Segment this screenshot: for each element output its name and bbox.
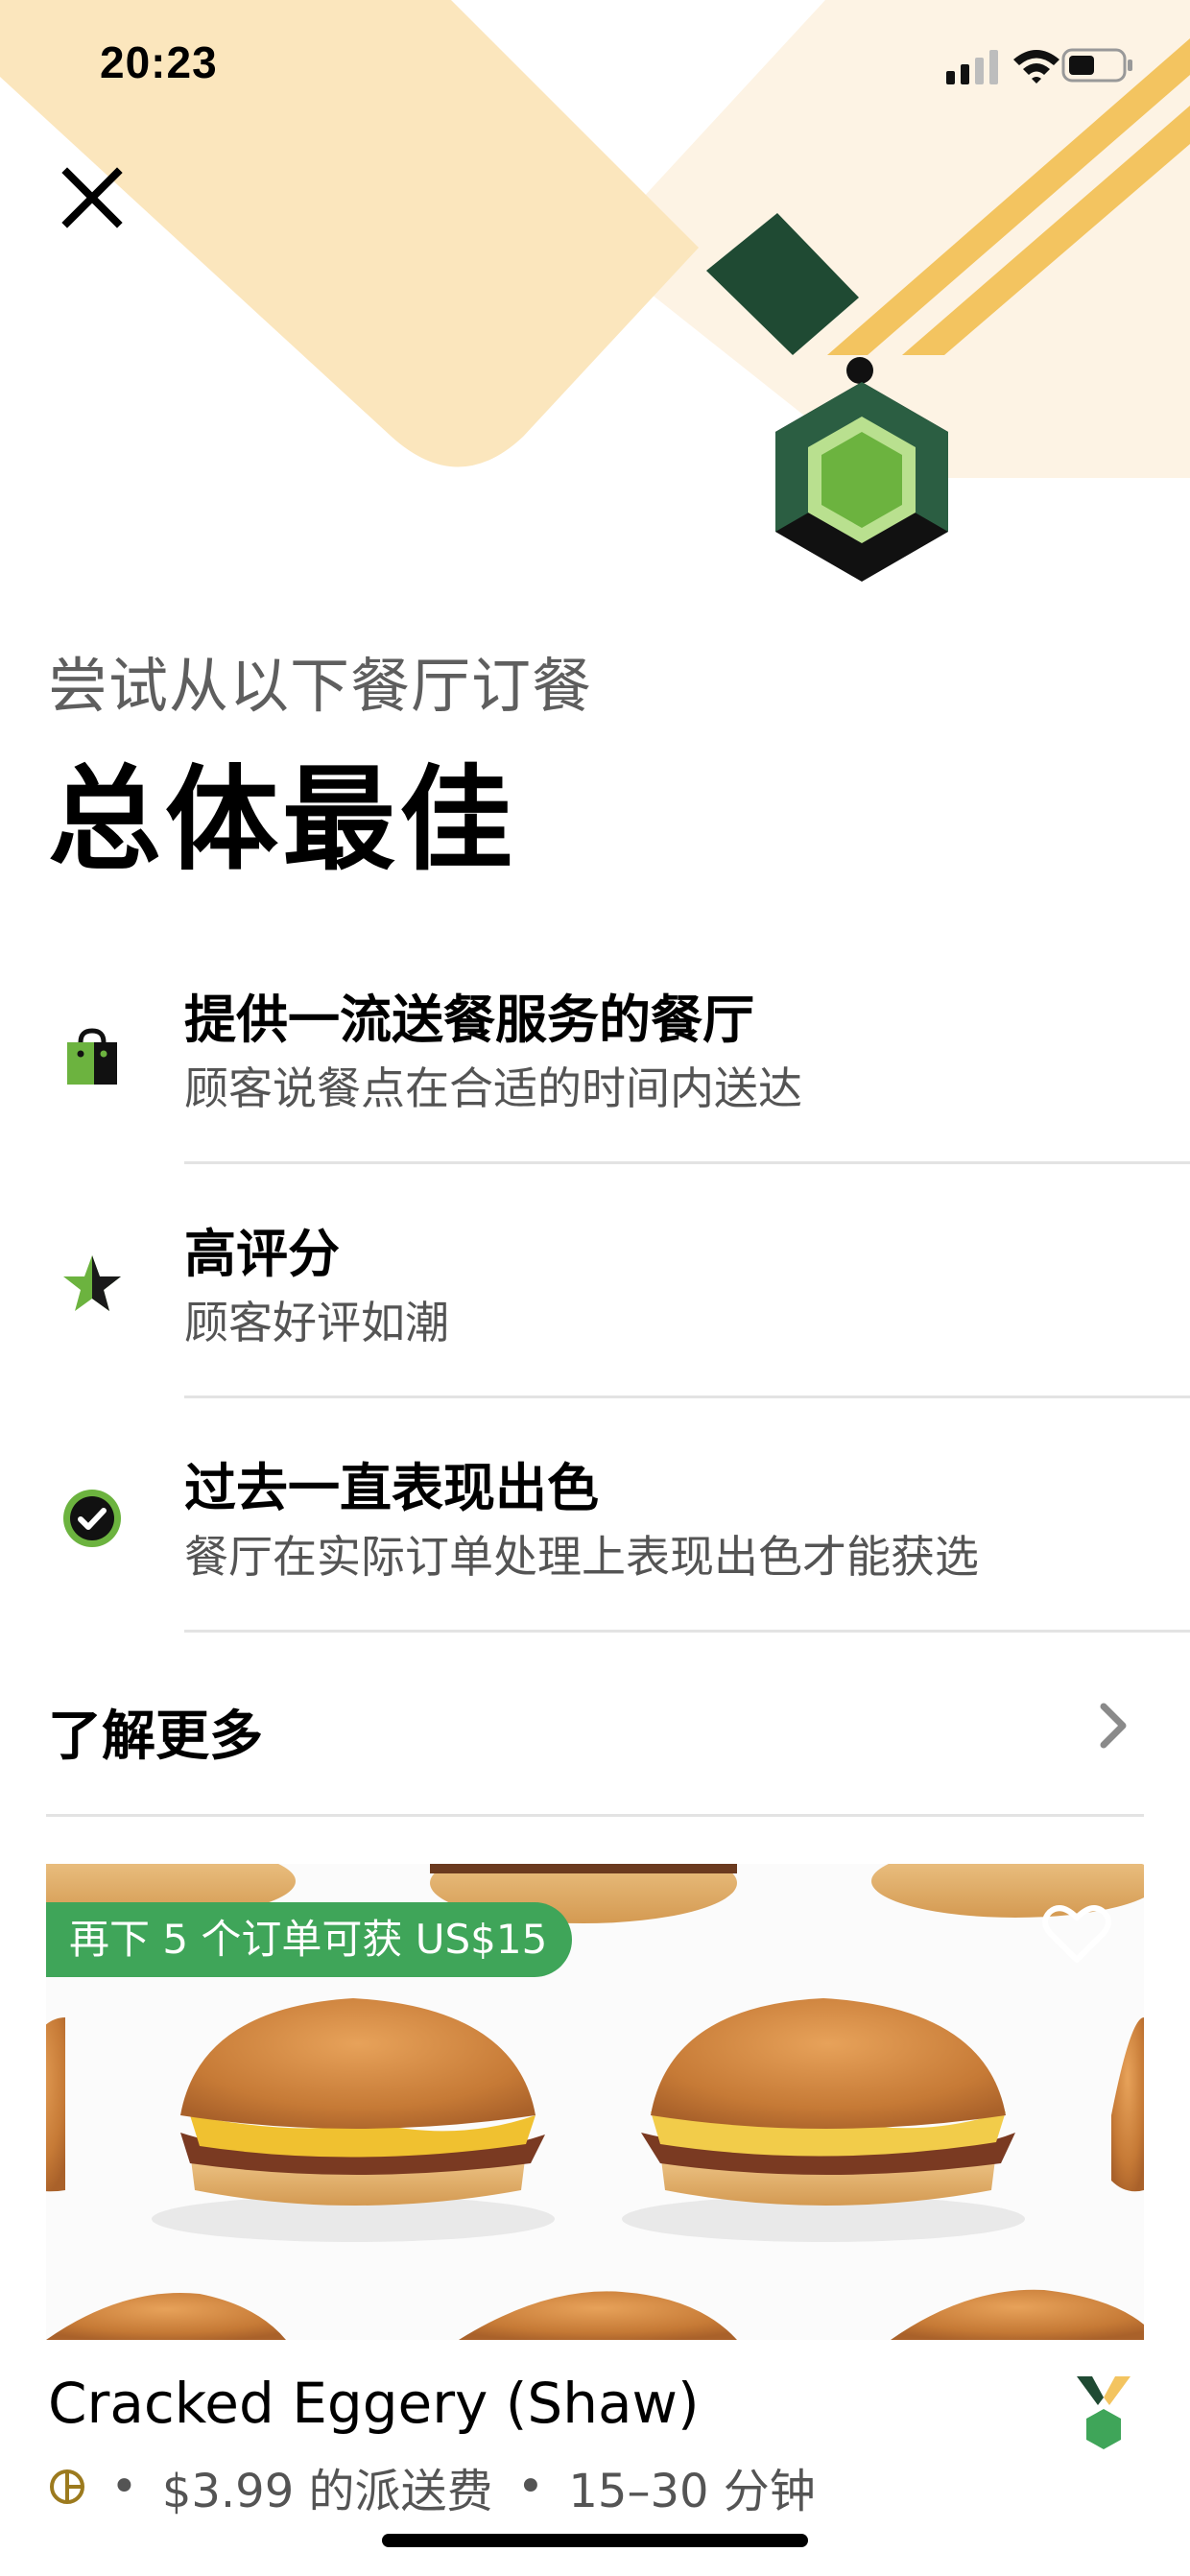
status-time: 20:23: [100, 37, 218, 87]
feature-description: 顾客好评如潮: [184, 1297, 449, 1348]
feature-title: 过去一直表现出色: [184, 1458, 599, 1518]
heart-icon: [1042, 1905, 1111, 1963]
best-overall-badge-icon: [1077, 2376, 1130, 2449]
chevron-right-icon: [1100, 1703, 1127, 1749]
learn-more-label: 了解更多: [48, 1705, 263, 1768]
feature-title: 提供一流送餐服务的餐厅: [184, 990, 754, 1050]
divider: [184, 1395, 1190, 1398]
feature-title: 高评分: [184, 1224, 340, 1284]
feature-item-consistency: 过去一直表现出色 餐厅在实际订单处理上表现出色才能获选: [0, 1399, 1190, 1634]
page-subtitle: 尝试从以下餐厅订餐: [48, 651, 593, 721]
hero-banner: [0, 0, 1190, 595]
feature-description: 顾客说餐点在合适的时间内送达: [184, 1062, 802, 1114]
delivery-fee-icon: [50, 2469, 84, 2504]
restaurant-meta: • $3.99 的派送费 • 15–30 分钟: [48, 2453, 816, 2520]
wifi-icon: [1013, 50, 1059, 83]
battery-icon: [1061, 48, 1132, 83]
close-icon: [61, 167, 123, 228]
separator: •: [516, 2460, 545, 2514]
feature-item-delivery: 提供一流送餐服务的餐厅 顾客说餐点在合适的时间内送达: [0, 931, 1190, 1165]
feature-description: 餐厅在实际订单处理上表现出色才能获选: [184, 1531, 979, 1583]
page-title: 总体最佳: [48, 753, 517, 886]
divider: [46, 1814, 1144, 1817]
promo-badge: 再下 5 个订单可获 US$15: [46, 1902, 573, 1977]
star-icon: [63, 1255, 121, 1311]
delivery-fee: $3.99 的派送费: [161, 2465, 493, 2518]
check-circle-icon: [63, 1490, 121, 1547]
separator: •: [110, 2460, 138, 2514]
feature-item-rating: 高评分 顾客好评如潮: [0, 1165, 1190, 1399]
cellular-signal-icon: [946, 50, 998, 84]
restaurant-name[interactable]: Cracked Eggery (Shaw): [48, 2371, 700, 2436]
best-overall-medal-icon: [775, 382, 948, 582]
close-button[interactable]: [58, 163, 127, 232]
home-indicator: [382, 2534, 808, 2547]
delivery-time: 15–30 分钟: [568, 2465, 816, 2518]
favorite-button[interactable]: [1042, 1900, 1111, 1966]
divider: [184, 1161, 1190, 1164]
learn-more-row[interactable]: 了解更多: [0, 1632, 1190, 1816]
shopping-bag-icon: [67, 1028, 117, 1085]
